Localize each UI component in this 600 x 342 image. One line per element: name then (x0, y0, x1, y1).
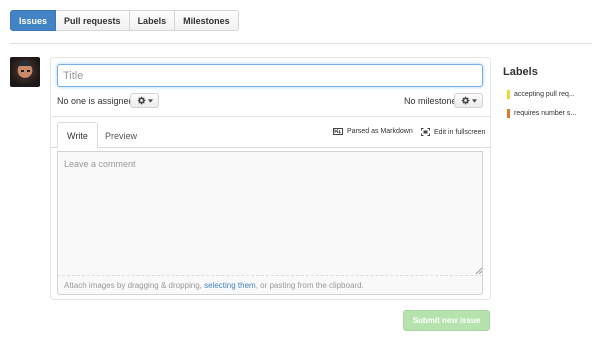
tab-preview[interactable]: Preview (96, 122, 146, 149)
issues-subnav: Issues Pull requests Labels Milestones (10, 10, 239, 31)
avatar-cap (19, 60, 31, 66)
avatar (10, 57, 40, 87)
label-name: requires number s... (514, 110, 577, 117)
nav-tab-labels[interactable]: Labels (129, 10, 176, 31)
label-color-swatch (507, 90, 510, 99)
attach-images-hint: Attach images by dragging & dropping, se… (57, 276, 483, 295)
fullscreen-icon (421, 128, 430, 136)
parsed-as-markdown-label: Parsed as Markdown (347, 128, 413, 135)
attach-hint-suffix: , or pasting from the clipboard. (255, 281, 364, 290)
nav-tab-milestones[interactable]: Milestones (175, 10, 239, 31)
resize-grip-icon[interactable] (476, 268, 482, 274)
gear-icon (461, 96, 469, 105)
edit-fullscreen-link[interactable]: Edit in fullscreen (421, 128, 485, 136)
label-item-requires-number[interactable]: requires number s... (507, 109, 592, 118)
submit-new-issue-button[interactable]: Submit new issue (403, 310, 490, 331)
assignee-settings-button[interactable] (130, 93, 159, 108)
markdown-icon (333, 128, 343, 135)
assignee-status: No one is assigned (57, 96, 134, 106)
chevron-down-icon (147, 98, 153, 103)
issue-title-input[interactable] (57, 64, 483, 87)
select-files-link[interactable]: selecting them (204, 281, 256, 290)
comment-textarea[interactable] (57, 151, 483, 276)
milestone-settings-button[interactable] (454, 93, 483, 108)
attach-hint-prefix: Attach images by dragging & dropping, (64, 281, 205, 290)
label-item-accepting-pull-requests[interactable]: accepting pull req... (507, 90, 592, 99)
gear-icon (137, 96, 145, 105)
milestone-status: No milestone (404, 96, 457, 106)
chevron-down-icon (471, 98, 477, 103)
header-divider (10, 43, 592, 44)
avatar-eye-left (21, 70, 24, 72)
parsed-as-markdown-link[interactable]: Parsed as Markdown (333, 128, 413, 135)
edit-fullscreen-label: Edit in fullscreen (434, 128, 486, 136)
avatar-eye-right (27, 70, 30, 72)
nav-tab-pull-requests[interactable]: Pull requests (56, 10, 130, 31)
label-name: accepting pull req... (514, 91, 575, 98)
tab-write[interactable]: Write (57, 122, 98, 149)
label-color-swatch (507, 109, 510, 118)
nav-tab-issues[interactable]: Issues (10, 10, 57, 31)
labels-heading: Labels (503, 66, 538, 78)
